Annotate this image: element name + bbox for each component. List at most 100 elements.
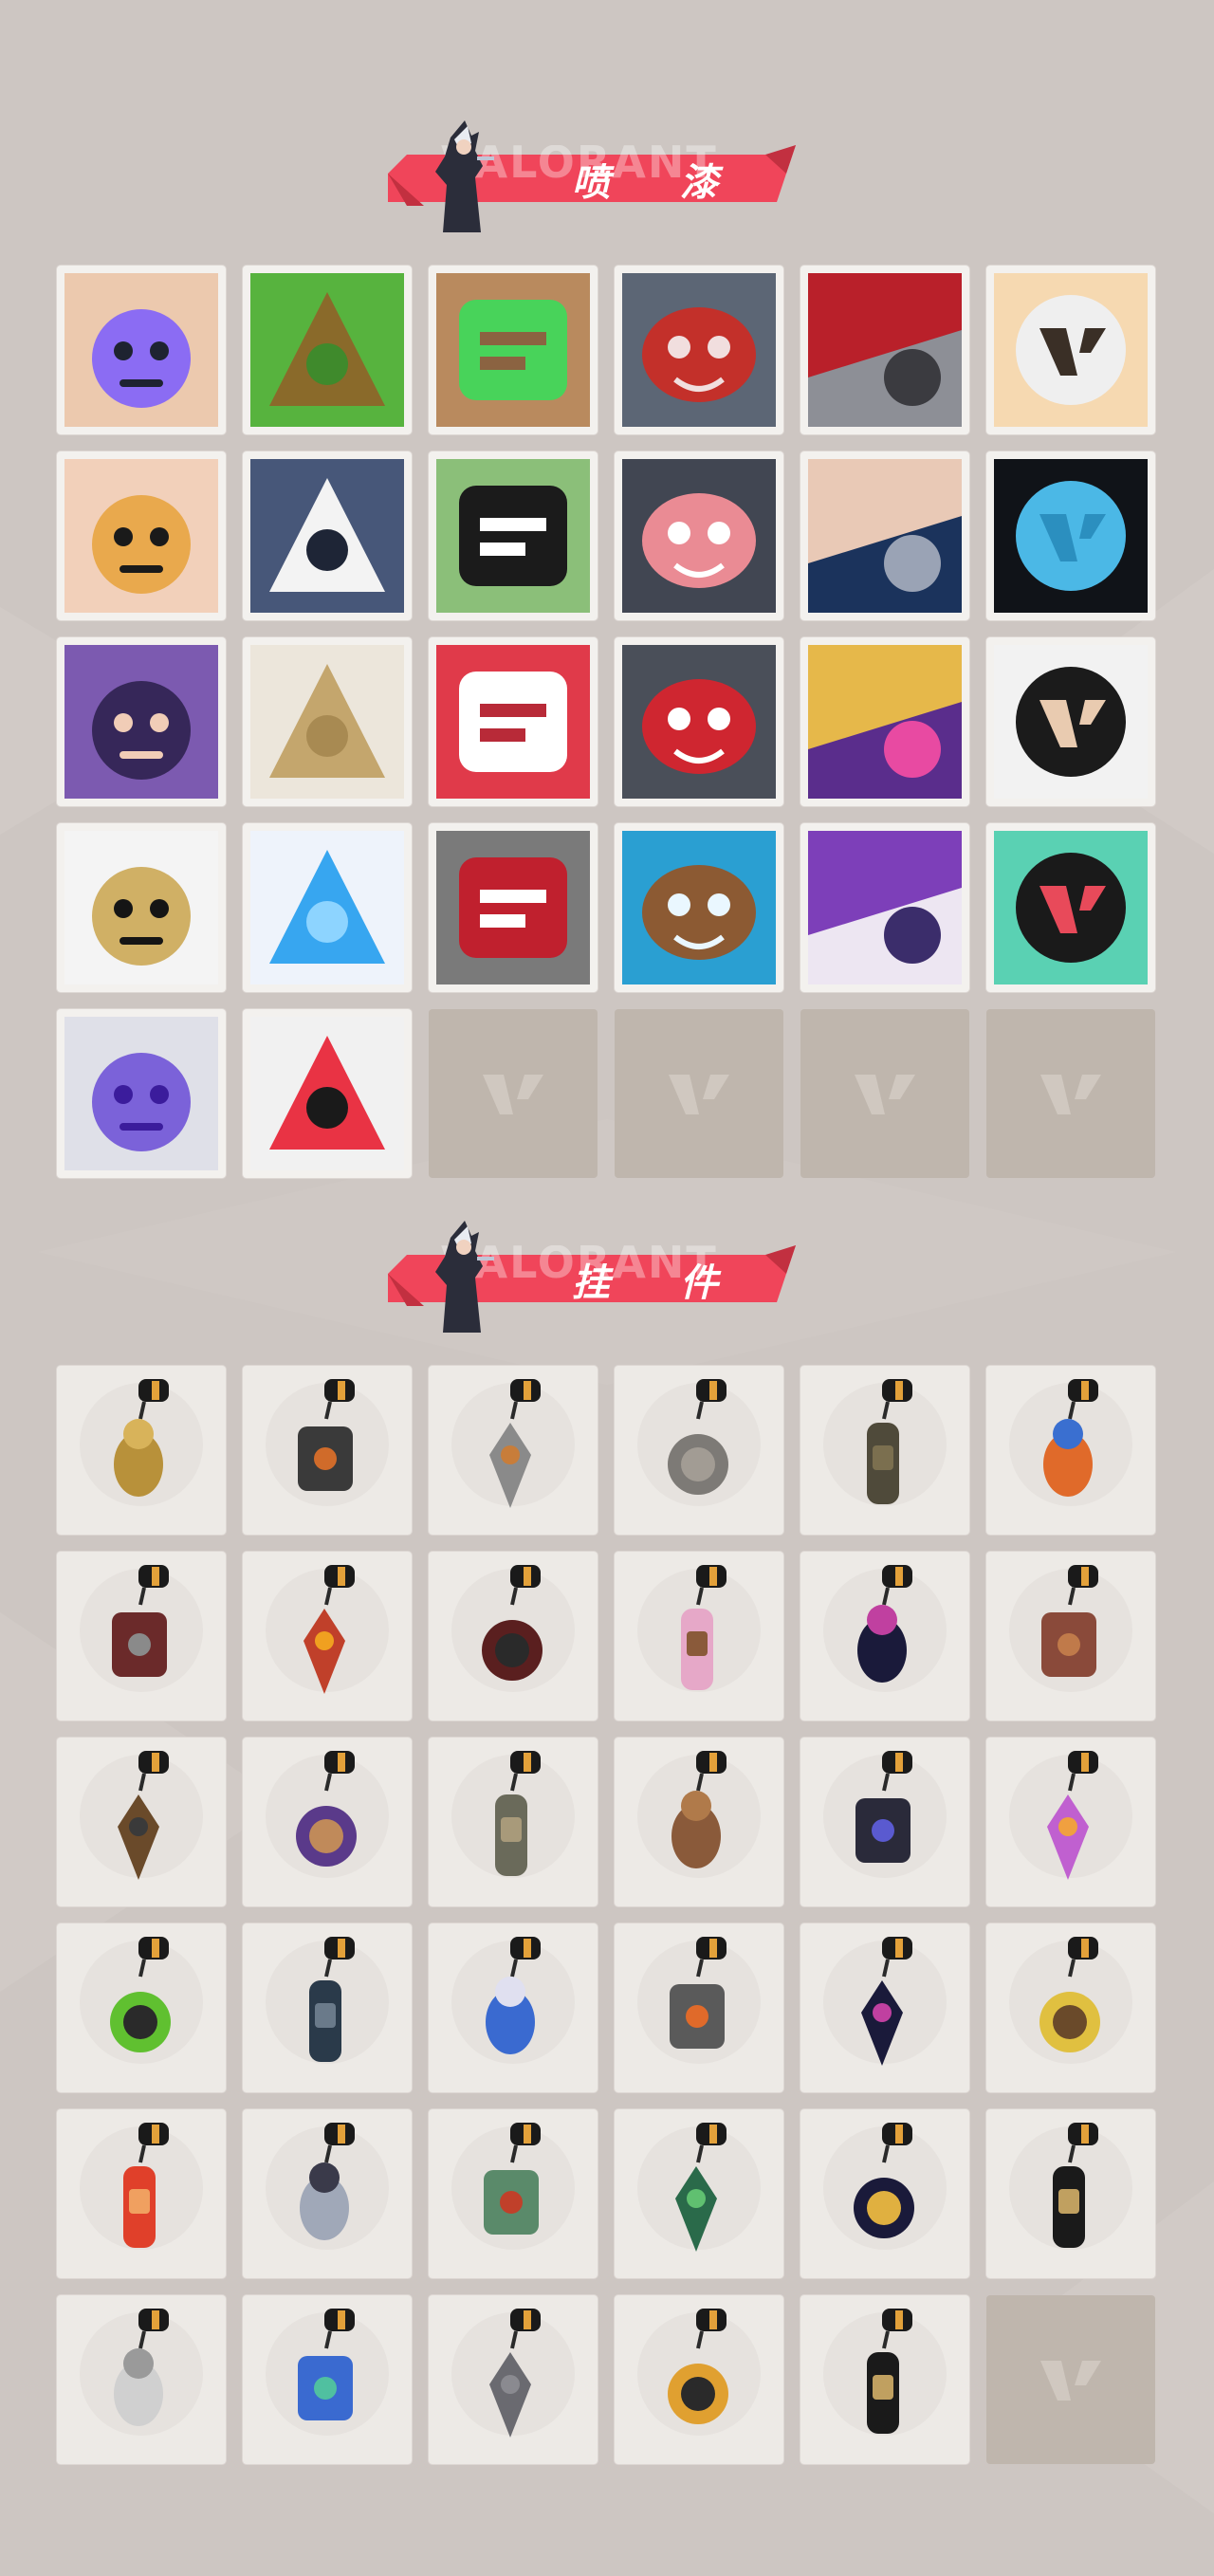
spiked-blade-buddy-icon (112, 1565, 169, 1677)
spray-tile[interactable] (243, 1009, 412, 1178)
buddy-tile[interactable] (429, 2109, 598, 2278)
soda-can-buddy-icon (675, 2123, 727, 2252)
buddy-tile[interactable] (243, 1552, 412, 1720)
empty-slot (986, 2295, 1155, 2464)
buddy-tile[interactable] (800, 1738, 969, 1906)
spray-section-header: VALORANT 喷 漆 (375, 119, 820, 232)
valorant-logo-icon (483, 1075, 543, 1114)
valorant-coin-buddy-icon (867, 2309, 912, 2434)
ghost-card-buddy-icon (300, 2123, 355, 2240)
buddy-tile[interactable] (986, 1366, 1155, 1535)
spray-tile[interactable] (429, 823, 598, 992)
buddy-tile[interactable] (800, 1366, 969, 1535)
girl-face-spray-icon (64, 459, 218, 613)
graffiti-spray-icon (64, 1017, 218, 1170)
spray-tile[interactable] (243, 451, 412, 620)
ep9-coin-buddy-icon (861, 1937, 912, 2066)
buddy-tile[interactable] (615, 2295, 783, 2464)
neon-stars-spray-icon (250, 831, 404, 984)
buddy-tile[interactable] (429, 1366, 598, 1535)
spray-tile[interactable] (57, 451, 226, 620)
buddy-tile[interactable] (243, 1923, 412, 2092)
buddy-tile[interactable] (57, 1738, 226, 1906)
buddy-tile[interactable] (243, 1738, 412, 1906)
ep9-medal-buddy-icon (857, 1565, 912, 1683)
buddy-tile[interactable] (986, 1923, 1155, 2092)
valorant-logo-icon (855, 1075, 915, 1114)
spray-tile[interactable] (429, 266, 598, 434)
spray-tile[interactable] (615, 451, 783, 620)
buddy-tile[interactable] (429, 2295, 598, 2464)
spray-tile[interactable] (429, 451, 598, 620)
buddy-tile[interactable] (800, 1552, 969, 1720)
buddy-tile[interactable] (615, 1552, 783, 1720)
spray-tile[interactable] (243, 637, 412, 806)
buddy-tile[interactable] (615, 1923, 783, 2092)
buddy-tile[interactable] (57, 2295, 226, 2464)
empty-slot (615, 1009, 783, 1178)
buddy-tile[interactable] (57, 1552, 226, 1720)
spray-tile[interactable] (243, 823, 412, 992)
buddy-tile[interactable] (800, 2109, 969, 2278)
spray-tile[interactable] (429, 637, 598, 806)
buddy-section-title: 挂 件 (572, 1261, 746, 1305)
spray-tile[interactable] (986, 451, 1155, 620)
buddy-section-header: VALORANT 挂 件 (375, 1219, 820, 1333)
buddy-tile[interactable] (429, 1738, 598, 1906)
purple-sword-agent-spray-icon (808, 831, 962, 984)
robot-buddy-icon (484, 2123, 541, 2235)
spray-tile[interactable] (986, 823, 1155, 992)
buddy-tile[interactable] (800, 1923, 969, 2092)
spray-tile[interactable] (615, 823, 783, 992)
spray-tile[interactable] (800, 266, 969, 434)
buddy-tile[interactable] (57, 2109, 226, 2278)
gold-x-spray-icon (250, 645, 404, 799)
crying-cat-spray-icon (622, 273, 776, 427)
spray-tile[interactable] (57, 1009, 226, 1178)
spray-tile[interactable] (800, 637, 969, 806)
sneaker-buddy-icon (309, 1937, 355, 2062)
wooden-gun-buddy-icon (118, 1751, 169, 1880)
spray-tile[interactable] (57, 266, 226, 434)
agent-figure-icon (435, 120, 494, 232)
buddy-tile[interactable] (57, 1923, 226, 2092)
spray-tile[interactable] (57, 823, 226, 992)
buddy-tile[interactable] (243, 1366, 412, 1535)
red-x-button-spray-icon (436, 831, 590, 984)
silhouette-spray-icon (64, 831, 218, 984)
boy-face-spray-icon (64, 273, 218, 427)
spray-tile[interactable] (615, 637, 783, 806)
buddy-tile[interactable] (986, 1552, 1155, 1720)
buddy-tile[interactable] (800, 2295, 969, 2464)
blue-rune-spray-icon (994, 459, 1148, 613)
buddy-tile[interactable] (986, 2109, 1155, 2278)
buddy-tile[interactable] (615, 2109, 783, 2278)
buddy-tile[interactable] (243, 2109, 412, 2278)
buddy-tile[interactable] (243, 2295, 412, 2464)
spray-tile[interactable] (986, 637, 1155, 806)
green-pager-buddy-icon (110, 1937, 171, 2052)
buddy-tile[interactable] (429, 1552, 598, 1720)
spray-tile[interactable] (800, 823, 969, 992)
blue-bottle-buddy-icon (1043, 1379, 1098, 1497)
edg-badge-buddy-icon (114, 2309, 169, 2426)
buddy-tile[interactable] (615, 1366, 783, 1535)
spray-grid (57, 266, 1155, 1178)
spray-tile[interactable] (800, 451, 969, 620)
buddy-tile[interactable] (57, 1366, 226, 1535)
golden-cat-buddy-icon (114, 1379, 169, 1497)
ufo-buddy-icon (298, 2309, 355, 2420)
buddy-tile[interactable] (429, 1923, 598, 2092)
spray-tile[interactable] (615, 266, 783, 434)
banana-slice-buddy-icon (1039, 1937, 1100, 2052)
cowboy-figure-buddy-icon (495, 1751, 541, 1876)
buddy-tile[interactable] (615, 1738, 783, 1906)
spray-tile[interactable] (243, 266, 412, 434)
spray-tile[interactable] (57, 637, 226, 806)
champions-spray-icon (808, 645, 962, 799)
spray-tile[interactable] (986, 266, 1155, 434)
black-card-buddy-icon (1053, 2123, 1098, 2248)
buddy-tile[interactable] (986, 1738, 1155, 1906)
buddy-grid (57, 1366, 1155, 2464)
bandana-cat-spray-icon (622, 645, 776, 799)
